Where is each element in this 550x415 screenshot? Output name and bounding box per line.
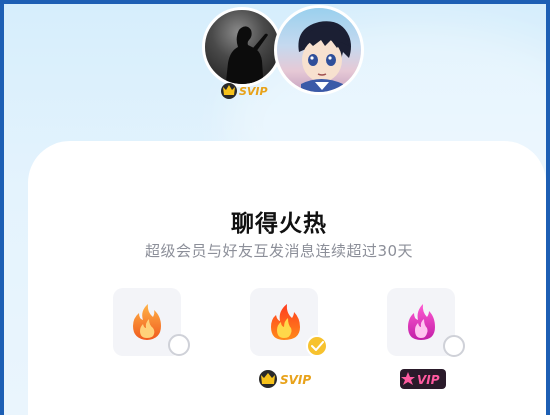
check-icon	[311, 341, 324, 351]
option-checkbox[interactable]	[168, 334, 190, 356]
flame-icon	[133, 304, 161, 340]
option-checkbox-selected[interactable]	[306, 335, 328, 357]
flame-icon	[271, 304, 300, 340]
vip-badge-icon: VIP	[400, 369, 446, 389]
page-frame: SVIP 聊得火热 超级会员与好友互发消息连续超过30天 SVIP VIP	[4, 4, 546, 415]
friend-avatar[interactable]	[274, 5, 364, 95]
avatar-svip-label: SVIP	[239, 85, 268, 98]
silhouette-icon	[225, 26, 268, 84]
page-subtitle: 超级会员与好友互发消息连续超过30天	[144, 242, 414, 260]
svip-badge-icon: SVIP	[259, 370, 311, 388]
option-svip-label: SVIP	[280, 373, 311, 387]
flame-icon	[408, 304, 435, 340]
option-checkbox[interactable]	[443, 335, 465, 357]
svip-badge-icon: SVIP	[221, 83, 268, 99]
page-title: 聊得火热	[231, 211, 327, 237]
anime-character-icon	[298, 21, 351, 92]
option-vip-label: VIP	[417, 373, 440, 387]
user-avatar[interactable]	[202, 7, 282, 87]
